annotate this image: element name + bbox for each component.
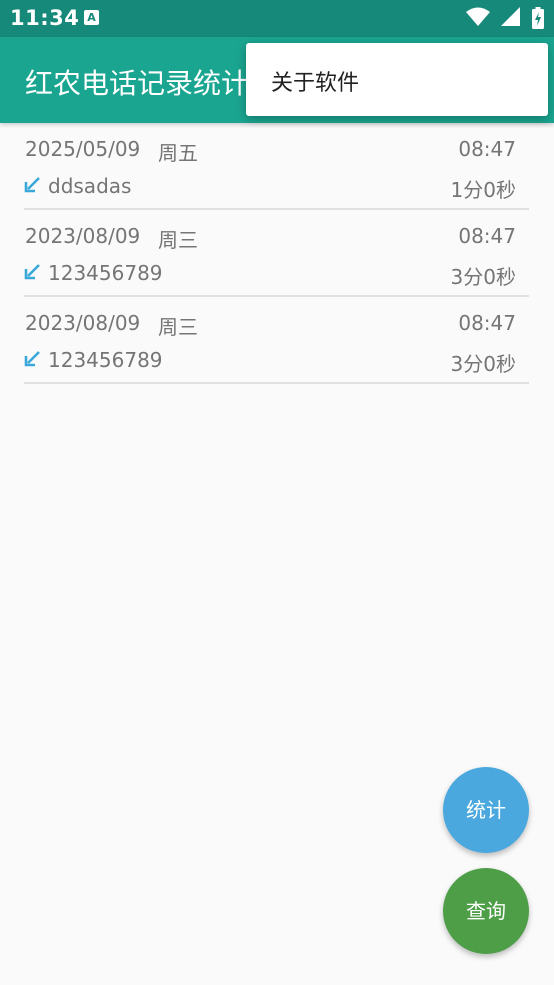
call-weekday: 周五 xyxy=(158,141,198,165)
overflow-menu: 关于软件 xyxy=(246,43,548,116)
call-duration: 3分0秒 xyxy=(450,265,516,289)
status-bar: 11:34 A xyxy=(0,0,554,37)
stats-button[interactable]: 统计 xyxy=(443,767,529,853)
incoming-call-arrow-icon xyxy=(24,351,40,367)
call-log-list: 2025/05/09 周五 08:47 ddsadas 1分0秒 2023/08… xyxy=(24,123,529,384)
status-time: 11:34 xyxy=(10,6,80,30)
call-weekday: 周三 xyxy=(158,315,198,339)
call-date: 2023/08/09 xyxy=(25,311,141,335)
battery-charging-icon xyxy=(532,7,544,29)
notification-app-icon: A xyxy=(84,10,99,25)
call-time: 08:47 xyxy=(458,311,516,335)
call-number: 123456789 xyxy=(48,348,163,372)
status-icons xyxy=(460,7,544,31)
call-log-item[interactable]: 2023/08/09 周三 08:47 123456789 3分0秒 xyxy=(24,210,529,297)
call-log-item[interactable]: 2023/08/09 周三 08:47 123456789 3分0秒 xyxy=(24,297,529,384)
signal-icon xyxy=(500,7,520,26)
call-duration: 3分0秒 xyxy=(450,352,516,376)
menu-item-about[interactable]: 关于软件 xyxy=(271,65,359,97)
call-number: 123456789 xyxy=(48,261,163,285)
call-weekday: 周三 xyxy=(158,228,198,252)
call-date: 2025/05/09 xyxy=(25,137,141,161)
wifi-icon xyxy=(465,7,490,26)
incoming-call-arrow-icon xyxy=(24,177,40,193)
call-duration: 1分0秒 xyxy=(450,178,516,202)
call-date: 2023/08/09 xyxy=(25,224,141,248)
call-log-item[interactable]: 2025/05/09 周五 08:47 ddsadas 1分0秒 xyxy=(24,123,529,210)
call-time: 08:47 xyxy=(458,137,516,161)
query-button[interactable]: 查询 xyxy=(443,868,529,954)
app-title: 红农电话记录统计 xyxy=(25,67,250,100)
incoming-call-arrow-icon xyxy=(24,264,40,280)
call-number: ddsadas xyxy=(48,174,132,198)
call-time: 08:47 xyxy=(458,224,516,248)
